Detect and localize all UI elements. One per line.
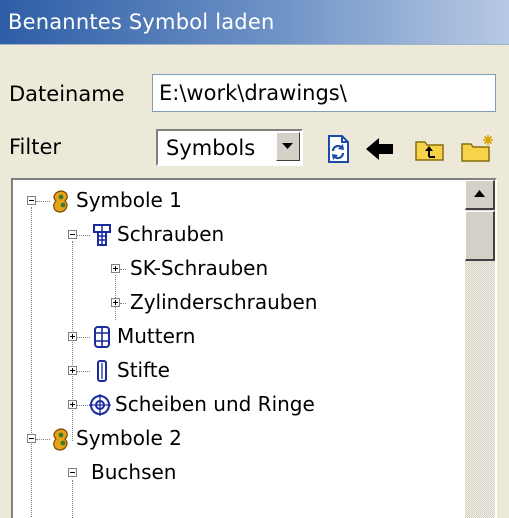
new-folder-button[interactable] — [460, 134, 493, 164]
filename-input[interactable] — [152, 74, 496, 112]
back-arrow-icon — [366, 138, 393, 160]
folder-up-icon — [415, 141, 444, 161]
filter-select[interactable]: Symbols — [156, 129, 303, 166]
tree-item-label: Symbole 1 — [76, 188, 182, 212]
collapse-toggle[interactable] — [68, 230, 77, 239]
tree-item-label: SK-Schrauben — [130, 256, 269, 280]
tree-item-label: Muttern — [117, 324, 196, 348]
scroll-thumb[interactable] — [465, 211, 495, 261]
dialog-title: Benanntes Symbol laden — [8, 10, 275, 34]
symbol-group-icon — [53, 190, 68, 213]
tree-line — [36, 201, 50, 202]
collapse-toggle[interactable] — [27, 434, 36, 443]
expand-toggle[interactable] — [111, 298, 120, 307]
tree-line — [120, 303, 126, 304]
washer-icon — [89, 394, 111, 416]
tree-item-label: Zylinderschrauben — [130, 290, 318, 314]
dialog-titlebar: Benanntes Symbol laden — [0, 0, 509, 45]
tree-line — [72, 480, 73, 518]
nut-icon — [94, 326, 110, 348]
filename-label: Dateiname — [9, 82, 125, 106]
refresh-icon — [328, 135, 349, 163]
filter-dropdown-button[interactable] — [276, 132, 300, 161]
tree-item-label: Buchsen — [91, 460, 177, 484]
refresh-button[interactable] — [322, 134, 354, 164]
symbol-tree[interactable]: Symbole 1 Schrauben SK-Schrauben Zylinde… — [11, 178, 497, 518]
tree-line — [36, 439, 50, 440]
chevron-down-icon — [282, 143, 293, 149]
collapse-toggle[interactable] — [68, 468, 77, 477]
expand-toggle[interactable] — [68, 366, 77, 375]
symbol-group-icon — [53, 428, 68, 451]
tree-line — [72, 241, 73, 441]
tree-line — [77, 371, 90, 372]
folder-up-button[interactable] — [414, 134, 446, 164]
tree-line — [31, 207, 32, 517]
filter-select-value: Symbols — [166, 136, 256, 160]
back-button[interactable] — [364, 134, 396, 164]
expand-toggle[interactable] — [68, 332, 77, 341]
tree-item-label: Symbole 2 — [76, 426, 182, 450]
tree-item-label: Stifte — [117, 358, 170, 382]
arrow-up-icon — [474, 190, 485, 197]
screw-icon — [93, 224, 111, 246]
tree-item-label: Scheiben und Ringe — [115, 392, 315, 416]
expand-toggle[interactable] — [111, 264, 120, 273]
tree-scrollbar[interactable] — [465, 180, 495, 518]
collapse-toggle[interactable] — [27, 196, 36, 205]
expand-toggle[interactable] — [68, 400, 77, 409]
tree-item-label: Schrauben — [117, 222, 225, 246]
tree-line — [120, 269, 126, 270]
tree-line — [77, 235, 90, 236]
filter-label: Filter — [9, 135, 62, 159]
new-folder-icon — [461, 135, 493, 162]
scroll-up-button[interactable] — [465, 180, 495, 210]
tree-line — [77, 337, 90, 338]
pin-icon — [97, 360, 107, 382]
